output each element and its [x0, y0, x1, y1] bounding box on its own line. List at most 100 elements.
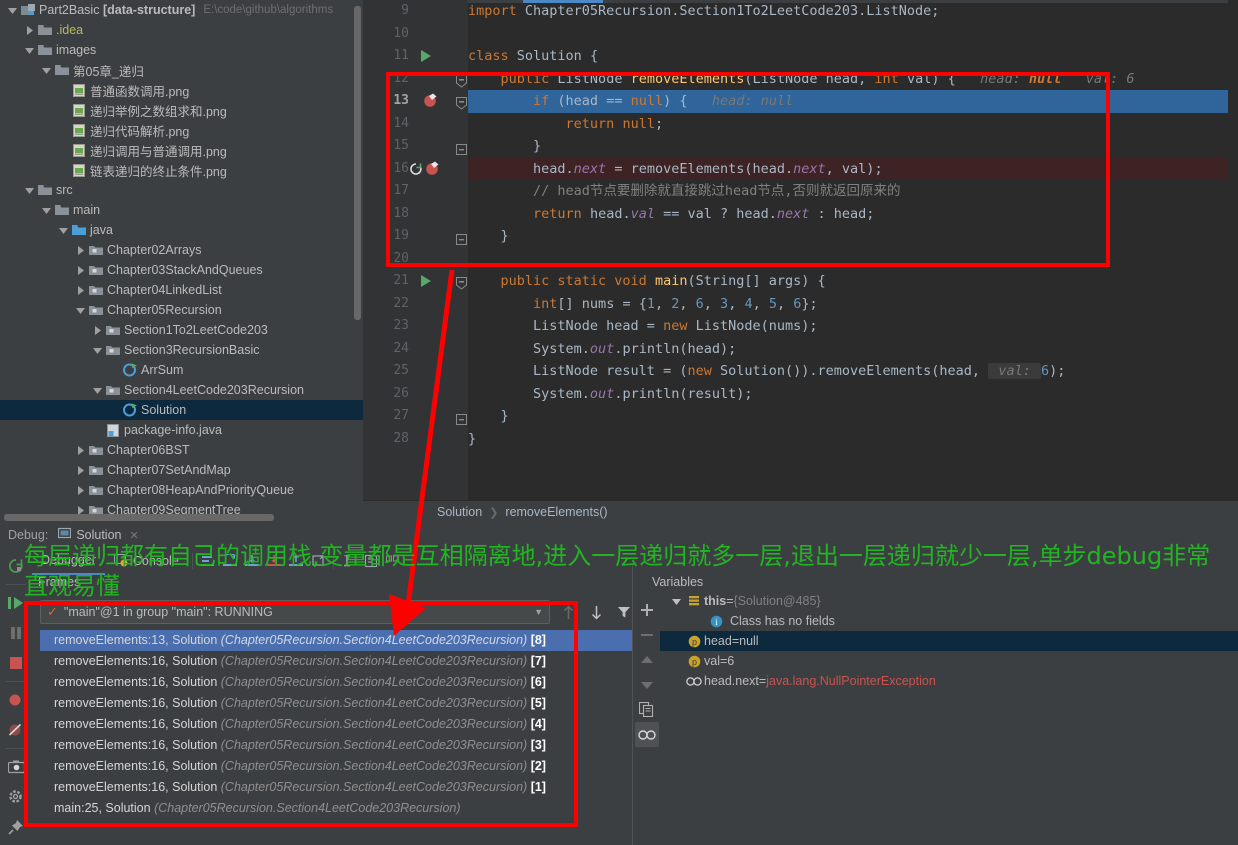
tree-row-chapter04linkedlist[interactable]: Chapter04LinkedList [0, 280, 363, 300]
chevron-down-icon[interactable] [57, 220, 70, 240]
chevron-down-icon[interactable] [668, 597, 684, 606]
code-line[interactable]: 23 ListNode head = new ListNode(nums); [363, 315, 1238, 338]
code-fold-icon[interactable] [456, 410, 467, 425]
code-line[interactable]: 26 System.out.println(result); [363, 383, 1238, 406]
code-fold-icon[interactable] [456, 275, 467, 290]
stack-frame-row[interactable]: removeElements:16, Solution (Chapter05Re… [40, 714, 632, 735]
code-text[interactable]: System.out.println(result); [468, 383, 752, 406]
code-fold-icon[interactable] [456, 140, 467, 155]
code-text[interactable]: return head.val == val ? head.next : hea… [468, 203, 874, 226]
stack-frame-row[interactable]: removeElements:16, Solution (Chapter05Re… [40, 693, 632, 714]
tree-row-chapter05recursion[interactable]: Chapter05Recursion [0, 300, 363, 320]
resume-program-button[interactable] [2, 588, 30, 618]
tree-row-package-info-java[interactable]: package-info.java [0, 420, 363, 440]
code-text[interactable]: return null; [468, 113, 664, 136]
tree-row-arrsum[interactable]: ArrSum [0, 360, 363, 380]
code-text[interactable]: class Solution { [468, 45, 598, 68]
frames-down-button[interactable] [583, 600, 609, 624]
run-to-cursor-button[interactable] [338, 550, 360, 572]
project-horizontal-scrollbar[interactable] [4, 514, 274, 521]
code-line[interactable]: 20 [363, 248, 1238, 271]
code-fold-icon[interactable] [456, 73, 467, 88]
code-line[interactable]: 15 } [363, 135, 1238, 158]
project-vertical-scrollbar[interactable] [354, 6, 361, 320]
force-step-into-button[interactable] [263, 550, 285, 572]
code-text[interactable]: if (head == null) { head: null [468, 90, 793, 113]
variable-row[interactable]: p head = null [660, 631, 1238, 651]
variables-toolbar[interactable] [633, 595, 660, 845]
tree-row-chapter03stackandqueues[interactable]: Chapter03StackAndQueues [0, 260, 363, 280]
call-stack-frames-list[interactable]: removeElements:13, Solution (Chapter05Re… [40, 630, 632, 819]
close-icon[interactable]: ✕ [130, 529, 139, 542]
screenshot-button[interactable] [2, 752, 30, 782]
rerun-button[interactable] [2, 551, 30, 581]
settings-gear-icon[interactable] [2, 782, 30, 812]
evaluate-expression-button[interactable] [360, 550, 382, 572]
step-out-button[interactable] [285, 550, 307, 572]
chevron-down-icon[interactable] [91, 340, 104, 360]
code-text[interactable]: public static void main(String[] args) { [468, 270, 826, 293]
tree-row--png[interactable]: 链表递归的终止条件.png [0, 160, 363, 180]
step-into-button[interactable] [241, 550, 263, 572]
code-text[interactable]: head.next = removeElements(head.next, va… [468, 158, 883, 181]
code-line[interactable]: 13 if (head == null) { head: null [363, 90, 1238, 113]
code-lines[interactable]: 9 import Chapter05Recursion.Section1To2Le… [363, 0, 1238, 500]
copy-value-button[interactable] [635, 697, 659, 722]
variable-row[interactable]: i Class has no fields [660, 611, 1238, 631]
tree-row-section3recursionbasic[interactable]: Section3RecursionBasic [0, 340, 363, 360]
code-text[interactable]: } [468, 428, 476, 451]
code-line[interactable]: 16 head.next = removeElements(head.next,… [363, 157, 1238, 181]
chevron-right-icon[interactable] [91, 320, 104, 340]
debug-actions-toolbar[interactable] [0, 547, 32, 845]
chevron-down-icon[interactable] [91, 380, 104, 400]
code-text[interactable]: System.out.println(head); [468, 338, 736, 361]
variable-row[interactable]: this = {Solution@485} [660, 591, 1238, 611]
pin-tab-icon[interactable] [2, 812, 30, 842]
tree-row--idea[interactable]: .idea [0, 20, 363, 40]
add-watch-button[interactable] [635, 597, 659, 622]
tree-row-chapter08heapandpriorityqueue[interactable]: Chapter08HeapAndPriorityQueue [0, 480, 363, 500]
frames-navigation-toolbar[interactable] [555, 600, 637, 624]
tree-row-section1to2leetcode203[interactable]: Section1To2LeetCode203 [0, 320, 363, 340]
chevron-right-icon[interactable] [74, 260, 87, 280]
project-tree[interactable]: .idea images 第05章_递归 普通函数调用.png 递归举例之数组求和.pn… [0, 20, 363, 520]
code-line[interactable]: 22 int[] nums = {1, 2, 6, 3, 4, 5, 6}; [363, 293, 1238, 316]
code-text[interactable]: // head节点要删除就直接跳过head节点,否则就返回原来的 [468, 180, 901, 203]
tab-console[interactable]: Console [105, 547, 188, 575]
stack-frame-row[interactable]: removeElements:16, Solution (Chapter05Re… [40, 672, 632, 693]
breadcrumb[interactable]: Solution ❯ removeElements() [363, 500, 1238, 523]
code-fold-icon[interactable] [456, 230, 467, 245]
code-line[interactable]: 25 ListNode result = (new Solution()).re… [363, 360, 1238, 383]
tab-debugger[interactable]: Debugger [32, 547, 105, 575]
code-line[interactable]: 19 } [363, 225, 1238, 248]
tree-row-images[interactable]: images [0, 40, 363, 60]
mute-breakpoints-button[interactable] [2, 715, 30, 745]
code-text[interactable]: ListNode result = (new Solution()).remov… [468, 360, 1065, 383]
remove-watch-button[interactable] [635, 622, 659, 647]
code-text[interactable]: ListNode head = new ListNode(nums); [468, 315, 818, 338]
variables-panel[interactable]: this = {Solution@485} i Class has no field… [660, 591, 1238, 845]
code-line[interactable]: 14 return null; [363, 113, 1238, 136]
tree-row-project-root[interactable]: Part2Basic [data-structure] E:\code\gith… [0, 0, 363, 20]
variable-row[interactable]: head.next = java.lang.NullPointerExcepti… [660, 671, 1238, 691]
code-editor[interactable]: 9 import Chapter05Recursion.Section1To2Le… [363, 0, 1238, 523]
code-text[interactable]: public ListNode removeElements(ListNode … [468, 68, 1135, 91]
move-watch-down-button[interactable] [635, 672, 659, 697]
tree-row--png[interactable]: 递归举例之数组求和.png [0, 100, 363, 120]
tree-row-main[interactable]: main [0, 200, 363, 220]
code-text[interactable]: } [468, 135, 541, 158]
code-line[interactable]: 18 return head.val == val ? head.next : … [363, 203, 1238, 226]
chevron-down-icon[interactable]: ▼ [534, 607, 543, 617]
code-text[interactable]: import Chapter05Recursion.Section1To2Lee… [468, 0, 939, 23]
code-text[interactable]: } [468, 405, 509, 428]
move-watch-up-button[interactable] [635, 647, 659, 672]
chevron-right-icon[interactable] [74, 460, 87, 480]
chevron-down-icon[interactable] [23, 40, 36, 60]
chevron-down-icon[interactable] [6, 0, 19, 20]
code-line[interactable]: 28} [363, 428, 1238, 451]
layout-settings-button[interactable] [382, 550, 404, 572]
tree-row-java[interactable]: java [0, 220, 363, 240]
variable-row[interactable]: p val = 6 [660, 651, 1238, 671]
stack-frame-row[interactable]: removeElements:16, Solution (Chapter05Re… [40, 735, 632, 756]
chevron-down-icon[interactable] [23, 180, 36, 200]
